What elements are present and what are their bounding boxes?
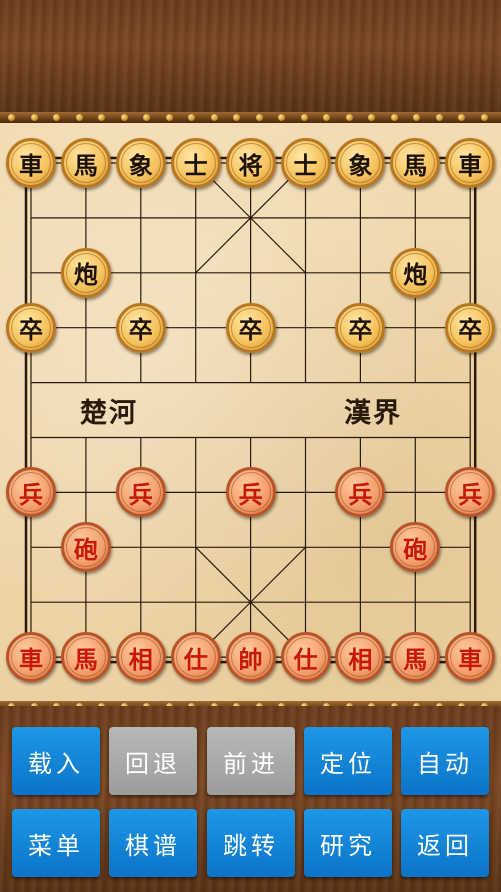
manual-button[interactable]: 棋谱 bbox=[109, 809, 197, 877]
rail-stud bbox=[53, 114, 60, 121]
piece-label: 相 bbox=[120, 637, 161, 678]
piece-label: 相 bbox=[340, 637, 381, 678]
piece-label: 馬 bbox=[395, 143, 436, 183]
piece-label: 兵 bbox=[120, 472, 161, 513]
piece-label: 馬 bbox=[395, 637, 436, 678]
rail-stud bbox=[8, 114, 15, 121]
rail-stud bbox=[413, 114, 420, 121]
black-piece[interactable]: 卒 bbox=[335, 302, 386, 353]
red-piece[interactable]: 相 bbox=[115, 632, 166, 683]
rail-stud bbox=[143, 114, 150, 121]
board-grid bbox=[24, 156, 477, 664]
load-button[interactable]: 载入 bbox=[12, 727, 100, 795]
black-piece[interactable]: 炮 bbox=[390, 247, 441, 298]
top-wood-panel bbox=[0, 0, 501, 112]
piece-label: 馬 bbox=[65, 637, 106, 678]
rail-stud bbox=[458, 114, 465, 121]
piece-label: 象 bbox=[340, 143, 381, 183]
black-piece[interactable]: 士 bbox=[170, 138, 221, 188]
piece-label: 車 bbox=[450, 143, 491, 183]
locate-button[interactable]: 定位 bbox=[304, 727, 392, 795]
black-piece[interactable]: 炮 bbox=[60, 247, 111, 298]
board-rail-top bbox=[0, 112, 501, 123]
red-piece[interactable]: 馬 bbox=[60, 632, 111, 683]
piece-label: 卒 bbox=[11, 307, 51, 348]
river-right-text: 漢界 bbox=[344, 398, 402, 429]
black-piece[interactable]: 車 bbox=[6, 138, 56, 188]
piece-label: 仕 bbox=[175, 637, 216, 678]
black-piece[interactable]: 車 bbox=[445, 138, 496, 188]
black-piece[interactable]: 馬 bbox=[60, 138, 111, 188]
piece-label: 卒 bbox=[120, 307, 161, 348]
red-piece[interactable]: 仕 bbox=[280, 632, 331, 683]
piece-label: 兵 bbox=[11, 472, 51, 513]
red-piece[interactable]: 兵 bbox=[225, 467, 276, 518]
rail-stud bbox=[30, 114, 38, 121]
rail-stud bbox=[278, 114, 285, 121]
piece-label: 卒 bbox=[340, 307, 381, 348]
rail-stud bbox=[255, 114, 263, 121]
black-piece[interactable]: 馬 bbox=[390, 138, 441, 188]
rail-stud bbox=[368, 114, 375, 121]
red-piece[interactable]: 砲 bbox=[60, 522, 111, 573]
piece-label: 馬 bbox=[65, 143, 106, 183]
rail-stud bbox=[233, 114, 240, 121]
black-piece[interactable]: 卒 bbox=[115, 302, 166, 353]
piece-label: 士 bbox=[175, 143, 216, 183]
piece-label: 兵 bbox=[230, 472, 271, 513]
rail-stud bbox=[300, 114, 308, 121]
black-piece[interactable]: 卒 bbox=[6, 302, 56, 353]
piece-label: 士 bbox=[285, 143, 326, 183]
black-piece[interactable]: 象 bbox=[115, 138, 166, 188]
piece-label: 車 bbox=[450, 637, 491, 678]
piece-label: 卒 bbox=[450, 307, 491, 348]
piece-label: 仕 bbox=[285, 637, 326, 678]
piece-label: 将 bbox=[230, 143, 271, 183]
piece-label: 炮 bbox=[395, 252, 436, 293]
piece-label: 帥 bbox=[230, 637, 271, 678]
piece-label: 砲 bbox=[65, 527, 106, 568]
chess-board[interactable]: 楚河 漢界 車馬象士将士象馬車炮炮卒卒卒卒卒兵兵兵兵兵砲砲車馬相仕帥仕相馬車 bbox=[0, 123, 501, 701]
rail-stud bbox=[120, 114, 128, 121]
black-piece[interactable]: 卒 bbox=[445, 302, 496, 353]
rail-stud bbox=[345, 114, 353, 121]
red-piece[interactable]: 仕 bbox=[170, 632, 221, 683]
red-piece[interactable]: 兵 bbox=[115, 467, 166, 518]
back-button[interactable]: 返回 bbox=[401, 809, 489, 877]
rail-stud bbox=[480, 114, 488, 121]
study-button[interactable]: 研究 bbox=[304, 809, 392, 877]
rail-stud bbox=[210, 114, 218, 121]
undo-button[interactable]: 回退 bbox=[109, 727, 197, 795]
river-left-text: 楚河 bbox=[80, 398, 138, 429]
red-piece[interactable]: 車 bbox=[445, 632, 496, 683]
piece-label: 卒 bbox=[230, 307, 271, 348]
black-piece[interactable]: 士 bbox=[280, 138, 331, 188]
black-piece[interactable]: 将 bbox=[225, 138, 276, 188]
piece-label: 車 bbox=[11, 637, 51, 678]
rail-stud bbox=[165, 114, 173, 121]
menu-button[interactable]: 菜单 bbox=[12, 809, 100, 877]
forward-button[interactable]: 前进 bbox=[207, 727, 295, 795]
piece-label: 砲 bbox=[395, 527, 436, 568]
piece-label: 兵 bbox=[340, 472, 381, 513]
rail-stud bbox=[435, 114, 443, 121]
piece-label: 兵 bbox=[450, 472, 491, 513]
red-piece[interactable]: 車 bbox=[6, 632, 56, 683]
jump-button[interactable]: 跳转 bbox=[207, 809, 295, 877]
piece-label: 炮 bbox=[65, 252, 106, 293]
rail-stud bbox=[98, 114, 105, 121]
black-piece[interactable]: 卒 bbox=[225, 302, 276, 353]
piece-label: 象 bbox=[120, 143, 161, 183]
rail-stud bbox=[188, 114, 195, 121]
rail-stud bbox=[75, 114, 83, 121]
auto-button[interactable]: 自动 bbox=[401, 727, 489, 795]
red-piece[interactable]: 帥 bbox=[225, 632, 276, 683]
piece-label: 車 bbox=[11, 143, 51, 183]
rail-stud bbox=[323, 114, 330, 121]
rail-stud bbox=[390, 114, 398, 121]
